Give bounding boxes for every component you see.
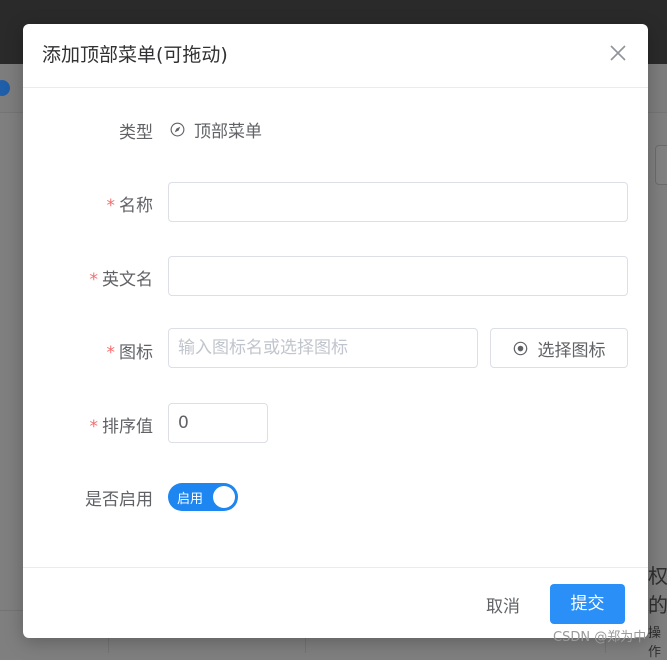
english-name-input[interactable] xyxy=(168,256,628,296)
dialog-title: 添加顶部菜单(可拖动) xyxy=(42,44,228,66)
enabled-label: 是否启用 xyxy=(85,490,153,510)
enabled-switch[interactable]: 启用 xyxy=(168,483,238,511)
type-label: 类型 xyxy=(119,123,153,143)
name-label-text: 名称 xyxy=(119,196,153,216)
sort-label-text: 排序值 xyxy=(102,417,153,437)
target-icon xyxy=(513,341,528,356)
switch-knob xyxy=(213,486,235,508)
background-input-fragment xyxy=(655,145,667,185)
required-mark: * xyxy=(89,270,99,290)
submit-button[interactable]: 提交 xyxy=(550,584,625,624)
sort-value-input[interactable] xyxy=(168,403,268,443)
required-mark: * xyxy=(106,343,116,363)
select-icon-button[interactable]: 选择图标 xyxy=(490,328,628,368)
type-value-text: 顶部菜单 xyxy=(194,122,262,142)
english-name-label-text: 英文名 xyxy=(102,270,153,290)
dialog-header[interactable]: 添加顶部菜单(可拖动) xyxy=(23,24,648,88)
icon-label-text: 图标 xyxy=(119,343,153,363)
add-top-menu-dialog: 添加顶部菜单(可拖动) 类型 顶部菜单 * 名称 * 英文名 * 图标 输入图标… xyxy=(23,24,648,638)
name-input[interactable] xyxy=(168,182,628,222)
background-text-fragment: 操作 xyxy=(648,626,662,660)
background-text-fragment: 权的 xyxy=(648,564,667,617)
type-value: 顶部菜单 xyxy=(170,117,262,142)
required-mark: * xyxy=(89,417,99,437)
select-icon-button-label: 选择图标 xyxy=(537,340,606,361)
cancel-button[interactable]: 取消 xyxy=(471,591,535,623)
name-label: * 名称 xyxy=(107,191,154,216)
icon-name-input[interactable] xyxy=(168,328,478,368)
close-icon xyxy=(610,45,626,61)
required-mark: * xyxy=(106,196,116,216)
english-name-label: * 英文名 xyxy=(90,265,154,290)
compass-icon xyxy=(170,122,185,137)
watermark: CSDN @郑为中 xyxy=(553,630,647,645)
icon-label: * 图标 xyxy=(107,338,154,363)
switch-text: 启用 xyxy=(177,492,204,507)
close-button[interactable] xyxy=(608,43,628,63)
sort-label: * 排序值 xyxy=(90,412,154,437)
